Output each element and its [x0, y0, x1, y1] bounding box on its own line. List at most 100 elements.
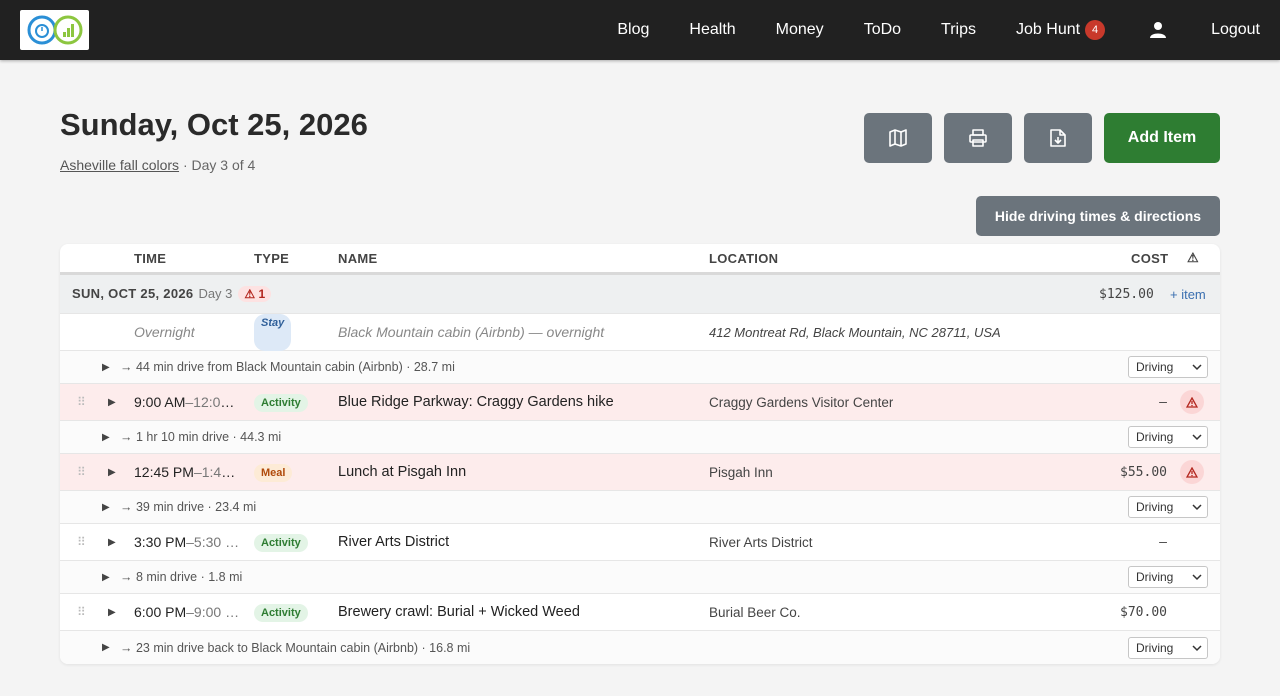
- item-location: Pisgah Inn: [709, 464, 773, 480]
- drive-row: ▶ → 23 min drive back to Black Mountain …: [60, 631, 1220, 664]
- itinerary-item-row[interactable]: ⠿ ▶ 12:45 PM–1:45… Meal Lunch at Pisgah …: [60, 454, 1220, 491]
- day-warning-badge: ⚠ 1: [238, 286, 272, 302]
- chevron-down-icon: [1192, 504, 1202, 511]
- item-end: –1:45…: [193, 464, 242, 480]
- type-pill-activity: Activity: [254, 393, 308, 412]
- stay-location: 412 Montreat Rd, Black Mountain, NC 2871…: [709, 324, 1001, 340]
- item-time: 12:45 PM–1:45…: [134, 464, 242, 480]
- expand-caret-icon[interactable]: ▶: [102, 362, 110, 373]
- type-pill-meal: Meal: [254, 463, 293, 482]
- expand-caret-icon[interactable]: ▶: [102, 642, 110, 653]
- travel-mode-select[interactable]: Driving: [1128, 426, 1208, 448]
- itinerary-item-row[interactable]: ⠿ ▶ 9:00 AM–12:00… Activity Blue Ridge P…: [60, 384, 1220, 421]
- col-name: NAME: [338, 250, 378, 266]
- item-time: 3:30 PM–5:30 …: [134, 534, 242, 550]
- file-download-icon: [1050, 129, 1066, 147]
- table-header-row: TIME TYPE NAME LOCATION COST ⚠: [60, 244, 1220, 275]
- drive-summary: → 44 min drive from Black Mountain cabin…: [120, 360, 455, 374]
- logout-link[interactable]: Logout: [1211, 21, 1260, 39]
- col-warning: ⚠: [1187, 250, 1199, 265]
- stay-name: Black Mountain cabin (Airbnb) — overnigh…: [338, 324, 605, 340]
- item-end: –12:00…: [185, 394, 242, 410]
- travel-mode-select[interactable]: Driving: [1128, 566, 1208, 588]
- chevron-down-icon: [1192, 644, 1202, 651]
- item-start: 3:30 PM: [134, 534, 187, 550]
- expand-caret-icon[interactable]: ▶: [102, 502, 110, 513]
- drag-handle-icon[interactable]: ⠿: [77, 605, 86, 619]
- item-cost: –: [1159, 534, 1167, 550]
- item-location: Burial Beer Co.: [709, 604, 801, 620]
- travel-mode-select[interactable]: Driving: [1128, 496, 1208, 518]
- expand-caret-icon[interactable]: ▶: [108, 607, 116, 618]
- item-time: 6:00 PM–9:00 …: [134, 604, 242, 620]
- expand-caret-icon[interactable]: ▶: [102, 432, 110, 443]
- item-end: –9:00 …: [186, 604, 240, 620]
- chevron-down-icon: [1192, 434, 1202, 441]
- top-navbar: Blog Health Money ToDo Trips Job Hunt 4 L…: [0, 0, 1280, 60]
- day-header-label: SUN, OCT 25, 2026 Day 3 ⚠ 1: [72, 286, 272, 302]
- add-item-button[interactable]: Add Item: [1104, 113, 1220, 163]
- day-info: · Day 3 of 4: [179, 157, 256, 173]
- travel-mode-value: Driving: [1136, 570, 1174, 584]
- expand-caret-icon[interactable]: ▶: [102, 572, 110, 583]
- day-number: Day 3: [198, 286, 233, 301]
- nav-job-hunt-label: Job Hunt: [1016, 21, 1081, 38]
- drive-row: ▶ → 8 min drive · 1.8 mi Driving: [60, 561, 1220, 594]
- stay-time: Overnight: [134, 324, 195, 340]
- travel-mode-value: Driving: [1136, 640, 1174, 655]
- nav-blog[interactable]: Blog: [617, 21, 649, 39]
- itinerary-item-row[interactable]: ⠿ ▶ 3:30 PM–5:30 … Activity River Arts D…: [60, 524, 1220, 561]
- item-cost: –: [1159, 394, 1167, 410]
- travel-mode-select[interactable]: Driving: [1128, 636, 1208, 659]
- app-logo[interactable]: [20, 10, 89, 50]
- item-name: Lunch at Pisgah Inn: [338, 464, 467, 480]
- hide-driving-button[interactable]: Hide driving times & directions: [976, 196, 1220, 236]
- user-icon[interactable]: [1149, 21, 1167, 39]
- item-location: Craggy Gardens Visitor Center: [709, 394, 894, 410]
- col-time: TIME: [134, 250, 167, 266]
- itinerary-table: TIME TYPE NAME LOCATION COST ⚠ SUN, OCT …: [60, 244, 1220, 664]
- item-location: River Arts District: [709, 534, 813, 550]
- travel-mode-value: Driving: [1136, 500, 1174, 514]
- stay-row[interactable]: Overnight Stay Black Mountain cabin (Air…: [60, 314, 1220, 351]
- expand-caret-icon[interactable]: ▶: [108, 537, 116, 548]
- drag-handle-icon[interactable]: ⠿: [77, 395, 86, 409]
- col-cost: COST: [1131, 250, 1169, 266]
- print-button[interactable]: [944, 113, 1012, 163]
- itinerary-item-row[interactable]: ⠿ ▶ 6:00 PM–9:00 … Activity Brewery craw…: [60, 594, 1220, 631]
- drive-row: ▶ → 44 min drive from Black Mountain cab…: [60, 351, 1220, 384]
- item-time: 9:00 AM–12:00…: [134, 394, 242, 410]
- nav-trips[interactable]: Trips: [941, 21, 976, 39]
- travel-mode-value: Driving: [1136, 430, 1174, 444]
- expand-caret-icon[interactable]: ▶: [108, 467, 116, 478]
- type-pill-stay: Stay: [254, 314, 292, 351]
- travel-mode-select[interactable]: Driving: [1128, 356, 1208, 378]
- item-name: River Arts District: [338, 534, 450, 550]
- nav-money[interactable]: Money: [776, 21, 824, 39]
- nav-health[interactable]: Health: [689, 21, 735, 39]
- map-button[interactable]: [864, 113, 932, 163]
- main-nav: Blog Health Money ToDo Trips Job Hunt 4 L…: [617, 20, 1260, 40]
- day-header-row: SUN, OCT 25, 2026 Day 3 ⚠ 1 $125.00 + item: [60, 275, 1220, 314]
- item-start: 6:00 PM: [134, 604, 187, 620]
- nav-todo[interactable]: ToDo: [864, 21, 901, 39]
- day-total-cost: $125.00: [1099, 286, 1154, 302]
- item-start: 12:45 PM: [134, 464, 194, 480]
- item-name: Blue Ridge Parkway: Craggy Gardens hike: [338, 394, 614, 410]
- warning-icon[interactable]: [1180, 460, 1204, 484]
- drag-handle-icon[interactable]: ⠿: [77, 465, 86, 479]
- nav-job-hunt[interactable]: Job Hunt 4: [1016, 20, 1106, 40]
- expand-caret-icon[interactable]: ▶: [108, 397, 116, 408]
- drag-handle-icon[interactable]: ⠿: [77, 535, 86, 549]
- add-item-link[interactable]: + item: [1170, 287, 1206, 302]
- drive-summary: → 8 min drive · 1.8 mi: [120, 570, 243, 584]
- item-start: 9:00 AM: [134, 394, 186, 410]
- warning-icon[interactable]: [1180, 390, 1204, 414]
- map-icon: [889, 129, 907, 147]
- item-end: –5:30 …: [186, 534, 240, 550]
- drive-row: ▶ → 1 hr 10 min drive · 44.3 mi Driving: [60, 421, 1220, 454]
- job-hunt-badge: 4: [1085, 20, 1106, 40]
- download-button[interactable]: [1024, 113, 1092, 163]
- drive-summary: → 1 hr 10 min drive · 44.3 mi: [120, 430, 282, 444]
- trip-link[interactable]: Asheville fall colors: [60, 157, 179, 173]
